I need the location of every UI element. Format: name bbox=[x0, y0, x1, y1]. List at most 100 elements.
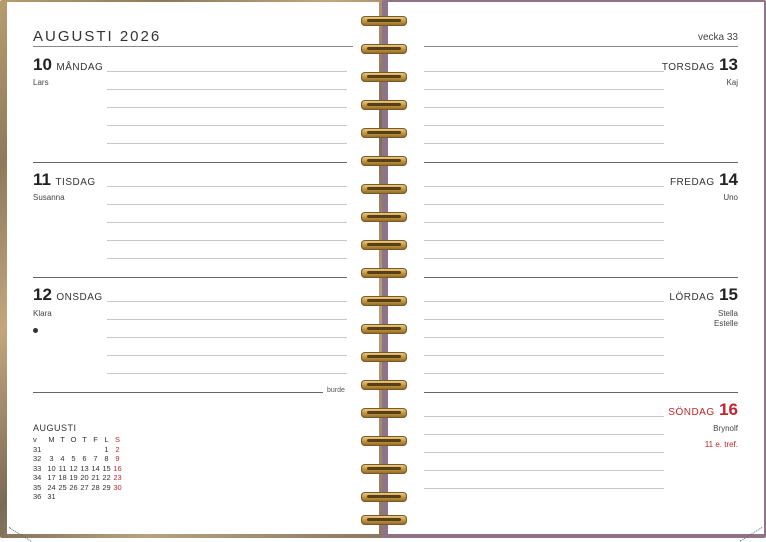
date-cell: 31 bbox=[47, 492, 56, 502]
writing-line[interactable] bbox=[107, 186, 347, 187]
spiral-ring bbox=[361, 380, 407, 390]
writing-line[interactable] bbox=[424, 355, 664, 356]
spiral-ring bbox=[361, 492, 407, 502]
day-header-friday: FREDAG 14 bbox=[670, 170, 738, 190]
writing-line[interactable] bbox=[107, 89, 347, 90]
writing-line[interactable] bbox=[107, 71, 347, 72]
writing-line[interactable] bbox=[107, 301, 347, 302]
date-cell: 3 bbox=[49, 454, 54, 464]
writing-line[interactable] bbox=[107, 125, 347, 126]
date-cell: 15 bbox=[102, 463, 111, 473]
writing-line[interactable] bbox=[107, 222, 347, 223]
week-number: 34 bbox=[33, 473, 42, 483]
writing-line[interactable] bbox=[424, 71, 664, 72]
day-name: LÖRDAG bbox=[669, 292, 715, 303]
writing-line[interactable] bbox=[424, 89, 664, 90]
day-number: 15 bbox=[719, 285, 738, 304]
week-label: vecka 33 bbox=[697, 32, 738, 43]
writing-line[interactable] bbox=[424, 301, 664, 302]
day-divider bbox=[424, 277, 738, 278]
week-number: 36 bbox=[33, 492, 42, 502]
spiral-ring bbox=[361, 184, 407, 194]
date-cell: 20 bbox=[80, 473, 89, 483]
writing-line[interactable] bbox=[424, 240, 664, 241]
date-cell: 19 bbox=[69, 473, 78, 483]
name-day: Susanna bbox=[33, 193, 65, 202]
day-number: 11 bbox=[33, 170, 51, 189]
writing-line[interactable] bbox=[107, 355, 347, 356]
day-number: 16 bbox=[719, 400, 738, 419]
writing-line[interactable] bbox=[424, 319, 664, 320]
writing-line[interactable] bbox=[424, 373, 664, 374]
day-name: SÖNDAG bbox=[668, 407, 715, 418]
date-cell: 21 bbox=[91, 473, 100, 483]
spiral-ring bbox=[361, 72, 407, 82]
weekday-header: M bbox=[48, 435, 55, 445]
writing-line[interactable] bbox=[107, 240, 347, 241]
writing-line[interactable] bbox=[424, 434, 664, 435]
writing-line[interactable] bbox=[107, 107, 347, 108]
writing-line[interactable] bbox=[424, 258, 664, 259]
date-cell-sunday: 2 bbox=[115, 444, 120, 454]
mini-calendar-row: 36 31 bbox=[33, 492, 123, 502]
name-day: Uno bbox=[723, 193, 738, 202]
spiral-ring bbox=[361, 100, 407, 110]
day-name: MÅNDAG bbox=[56, 62, 104, 73]
writing-line[interactable] bbox=[424, 204, 664, 205]
month-title: AUGUSTI 2026 bbox=[33, 28, 162, 45]
writing-line[interactable] bbox=[424, 125, 664, 126]
spiral-ring bbox=[361, 128, 407, 138]
writing-line[interactable] bbox=[424, 107, 664, 108]
date-cell: 5 bbox=[71, 454, 76, 464]
date-cell: 18 bbox=[58, 473, 67, 483]
date-cell bbox=[68, 445, 79, 455]
date-cell: 10 bbox=[47, 463, 56, 473]
date-cell bbox=[57, 492, 68, 502]
writing-line[interactable] bbox=[424, 143, 664, 144]
writing-line[interactable] bbox=[107, 373, 347, 374]
spiral-ring bbox=[361, 408, 407, 418]
mini-calendar-header-row: v M T O T F L S bbox=[33, 435, 123, 445]
writing-line[interactable] bbox=[424, 470, 664, 471]
writing-line[interactable] bbox=[107, 319, 347, 320]
left-page: AUGUSTI 2026 10 MÅNDAG Lars 11 TISDAG Su… bbox=[7, 2, 379, 542]
date-cell: 11 bbox=[58, 463, 67, 473]
spiral-ring bbox=[361, 324, 407, 334]
date-cell bbox=[46, 445, 57, 455]
mini-calendar-row: 33 10 11 12 13 14 15 16 bbox=[33, 464, 123, 474]
writing-line[interactable] bbox=[424, 488, 664, 489]
writing-line[interactable] bbox=[424, 222, 664, 223]
writing-line[interactable] bbox=[424, 186, 664, 187]
writing-line[interactable] bbox=[107, 337, 347, 338]
mini-calendar-title: AUGUSTI bbox=[33, 423, 77, 433]
writing-line[interactable] bbox=[107, 143, 347, 144]
spiral-ring bbox=[361, 212, 407, 222]
church-calendar-note: 11 e. tref. bbox=[704, 440, 738, 449]
date-cell-sunday: 9 bbox=[115, 454, 120, 464]
date-cell: 13 bbox=[80, 463, 89, 473]
mini-calendar-row: 31 1 2 bbox=[33, 445, 123, 455]
right-page: vecka 33 TORSDAG 13 Kaj FREDAG 14 Uno LÖ… bbox=[388, 2, 764, 542]
name-day: Klara bbox=[33, 309, 52, 318]
writing-line[interactable] bbox=[424, 337, 664, 338]
date-cell: 17 bbox=[47, 473, 56, 483]
date-cell: 24 bbox=[47, 482, 56, 492]
writing-line[interactable] bbox=[424, 416, 664, 417]
day-name: FREDAG bbox=[669, 177, 715, 188]
day-divider bbox=[424, 392, 738, 393]
date-cell: 14 bbox=[91, 463, 100, 473]
writing-line[interactable] bbox=[424, 452, 664, 453]
date-cell: 7 bbox=[93, 454, 98, 464]
weekday-header: L bbox=[104, 435, 109, 445]
weekday-header: F bbox=[93, 435, 98, 445]
writing-line[interactable] bbox=[107, 204, 347, 205]
spiral-ring bbox=[361, 268, 407, 278]
spiral-ring bbox=[361, 156, 407, 166]
spiral-ring bbox=[361, 436, 407, 446]
mini-calendar-row: 34 17 18 19 20 21 22 23 bbox=[33, 473, 123, 483]
day-number: 10 bbox=[33, 55, 52, 74]
date-cell: 12 bbox=[69, 463, 78, 473]
day-name: TORSDAG bbox=[661, 62, 715, 73]
day-header-saturday: LÖRDAG 15 bbox=[669, 285, 738, 305]
writing-line[interactable] bbox=[107, 258, 347, 259]
